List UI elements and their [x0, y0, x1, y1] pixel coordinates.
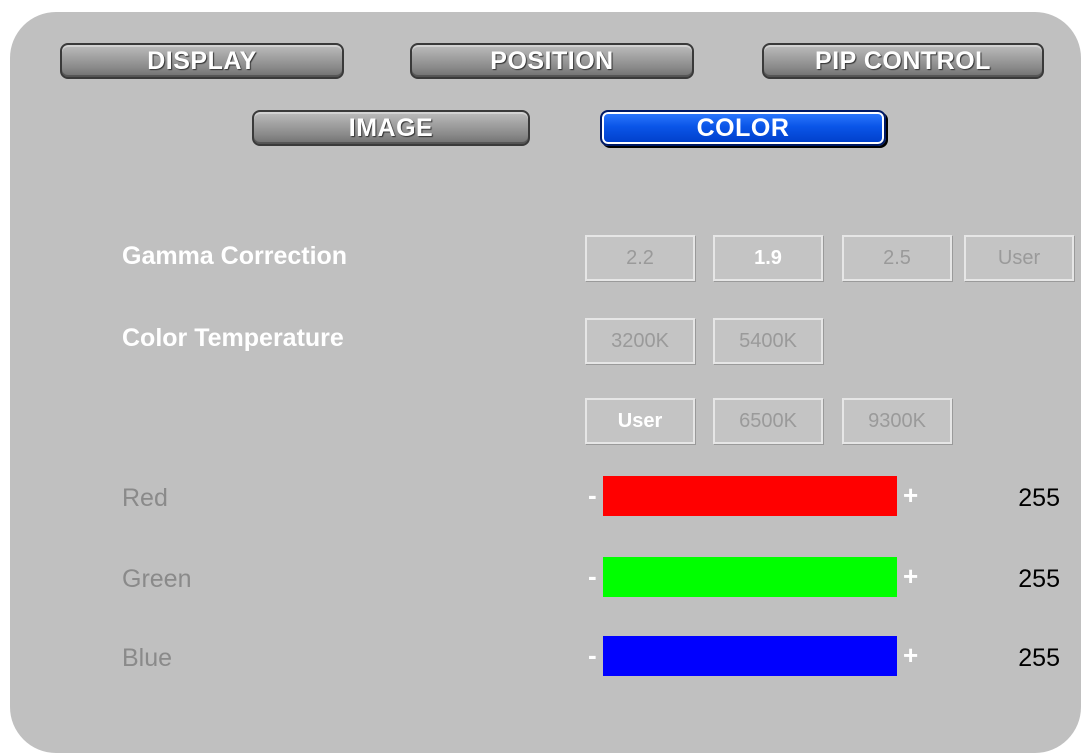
green-slider-bar[interactable] — [603, 557, 897, 597]
gamma-option-2-5[interactable]: 2.5 — [842, 235, 952, 281]
red-slider-bar[interactable] — [603, 476, 897, 516]
tab-pip-control[interactable]: PIP CONTROL — [762, 43, 1044, 79]
tab-color[interactable]: COLOR — [600, 110, 886, 146]
color-temp-option-user[interactable]: User — [585, 398, 695, 444]
color-temp-option-5400k[interactable]: 5400K — [713, 318, 823, 364]
color-temp-option-6500k[interactable]: 6500K — [713, 398, 823, 444]
color-temp-option-9300k[interactable]: 9300K — [842, 398, 952, 444]
green-value: 255 — [1018, 565, 1060, 593]
red-value: 255 — [1018, 484, 1060, 512]
blue-increase-button[interactable]: + — [903, 642, 918, 668]
red-increase-button[interactable]: + — [903, 482, 918, 508]
green-decrease-button[interactable]: - — [588, 563, 597, 589]
tab-image[interactable]: IMAGE — [252, 110, 530, 146]
color-temp-option-3200k[interactable]: 3200K — [585, 318, 695, 364]
blue-decrease-button[interactable]: - — [588, 642, 597, 668]
tab-position[interactable]: POSITION — [410, 43, 694, 79]
osd-panel: DISPLAY POSITION PIP CONTROL IMAGE COLOR… — [10, 12, 1081, 753]
blue-value: 255 — [1018, 644, 1060, 672]
red-decrease-button[interactable]: - — [588, 482, 597, 508]
tab-display[interactable]: DISPLAY — [60, 43, 344, 79]
gamma-option-2-2[interactable]: 2.2 — [585, 235, 695, 281]
blue-slider-bar[interactable] — [603, 636, 897, 676]
color-temperature-label: Color Temperature — [122, 324, 344, 352]
gamma-option-1-9[interactable]: 1.9 — [713, 235, 823, 281]
blue-label: Blue — [122, 644, 173, 672]
gamma-option-user[interactable]: User — [964, 235, 1074, 281]
red-label: Red — [122, 484, 168, 512]
green-increase-button[interactable]: + — [903, 563, 918, 589]
gamma-correction-label: Gamma Correction — [122, 242, 348, 270]
green-label: Green — [122, 565, 192, 593]
